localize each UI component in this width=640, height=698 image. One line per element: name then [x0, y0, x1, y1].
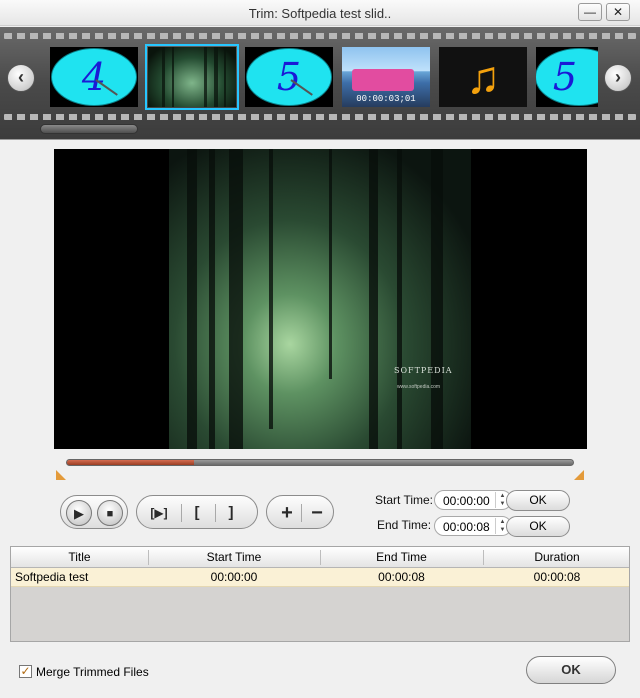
thumbnail-clock-5-partial[interactable]: 5	[536, 47, 598, 107]
end-time-label: End Time:	[377, 518, 432, 532]
play-segment-icon: [▶]	[150, 506, 168, 520]
thumbnail-label: 4	[81, 55, 107, 99]
forest-photo-thumbnail	[148, 47, 236, 107]
video-preview: SOFTPEDIA www.softpedia.com	[54, 149, 587, 449]
column-end-time[interactable]: End Time	[320, 547, 483, 568]
bus-photo-thumbnail: 00:00:03;01	[342, 47, 430, 107]
start-time-label: Start Time:	[375, 493, 434, 507]
cell-title: Softpedia test	[15, 570, 89, 584]
clock-icon: 4	[51, 48, 137, 106]
segment-controls: + −	[266, 495, 334, 529]
end-marker-handle[interactable]	[574, 470, 584, 480]
remove-segment-button[interactable]: −	[303, 500, 331, 526]
end-time-ok-button[interactable]: OK	[506, 516, 570, 537]
mark-in-button[interactable]: [	[183, 500, 211, 526]
start-marker-handle[interactable]	[56, 470, 66, 480]
ok-button[interactable]: OK	[526, 656, 616, 684]
start-time-value: 00:00:00	[443, 494, 490, 508]
bracket-left-icon: [	[194, 504, 200, 521]
play-segment-button[interactable]: [▶]	[145, 500, 173, 526]
thumbnail-clock-4[interactable]: 4	[50, 47, 138, 107]
playback-controls: ▶ ■	[60, 495, 128, 529]
add-segment-button[interactable]: +	[273, 500, 301, 526]
clock-icon: 5	[246, 48, 332, 106]
table-row[interactable]: Softpedia test 00:00:00 00:00:08 00:00:0…	[11, 568, 629, 587]
minus-icon: −	[311, 502, 323, 524]
thumbnail-timestamp: 00:00:03;01	[356, 94, 416, 104]
filmstrip-scrollbar-thumb[interactable]	[40, 124, 138, 134]
minimize-button[interactable]: —	[578, 3, 602, 21]
preview-watermark-url: www.softpedia.com	[397, 384, 441, 390]
checkmark-icon: ✓	[20, 664, 31, 678]
stop-icon: ■	[106, 508, 114, 520]
music-note-icon: ♫	[439, 47, 527, 107]
preview-watermark: SOFTPEDIA	[394, 366, 453, 375]
segments-table: Title Start Time End Time Duration Softp…	[10, 546, 630, 642]
chevron-left-icon: ‹	[18, 67, 24, 87]
merge-checkbox[interactable]: ✓	[19, 665, 32, 678]
trim-timeline[interactable]	[66, 459, 574, 466]
close-button[interactable]: ✕	[606, 3, 630, 21]
filmstrip-next-button[interactable]: ›	[604, 64, 632, 92]
play-icon: ▶	[74, 506, 84, 521]
title-bar: Trim: Softpedia test slid.. — ✕	[0, 0, 640, 26]
filmstrip: ‹ 4 5 00:00:03;01 ♫ 5 ›	[0, 27, 640, 140]
film-perforations-top	[4, 33, 636, 39]
film-perforations-bottom	[4, 114, 636, 120]
thumbnail-bus[interactable]: 00:00:03;01	[342, 47, 430, 107]
end-time-value: 00:00:08	[443, 520, 490, 534]
clock-icon: 5	[536, 48, 598, 106]
bracket-right-icon: ]	[228, 504, 234, 521]
play-button[interactable]: ▶	[66, 500, 92, 526]
thumbnail-label: 5	[552, 55, 578, 99]
preview-frame: SOFTPEDIA www.softpedia.com	[169, 149, 471, 449]
cell-end-time: 00:00:08	[378, 570, 425, 584]
mark-controls: [▶] [ ]	[136, 495, 258, 529]
plus-icon: +	[281, 502, 293, 524]
cell-start-time: 00:00:00	[210, 570, 258, 584]
table-header: Title Start Time End Time Duration	[11, 547, 629, 568]
stop-button[interactable]: ■	[97, 500, 123, 526]
filmstrip-prev-button[interactable]: ‹	[7, 64, 35, 92]
thumbnail-label: 5	[276, 55, 302, 99]
thumbnail-music[interactable]: ♫	[439, 47, 527, 107]
merge-label: Merge Trimmed Files	[36, 665, 149, 679]
thumbnail-forest-selected[interactable]	[145, 44, 239, 110]
column-title[interactable]: Title	[11, 547, 148, 568]
chevron-right-icon: ›	[615, 67, 621, 87]
start-time-ok-button[interactable]: OK	[506, 490, 570, 511]
start-time-spinner[interactable]: 00:00:00 ▲ ▼	[434, 490, 512, 510]
end-time-spinner[interactable]: 00:00:08 ▲ ▼	[434, 516, 512, 536]
mark-out-button[interactable]: ]	[217, 500, 245, 526]
column-start-time[interactable]: Start Time	[148, 547, 320, 568]
thumbnail-clock-5[interactable]: 5	[245, 47, 333, 107]
timeline-progress	[67, 460, 194, 465]
window-title: Trim: Softpedia test slid..	[248, 6, 392, 21]
column-duration[interactable]: Duration	[483, 547, 631, 568]
cell-duration: 00:00:08	[533, 570, 581, 584]
